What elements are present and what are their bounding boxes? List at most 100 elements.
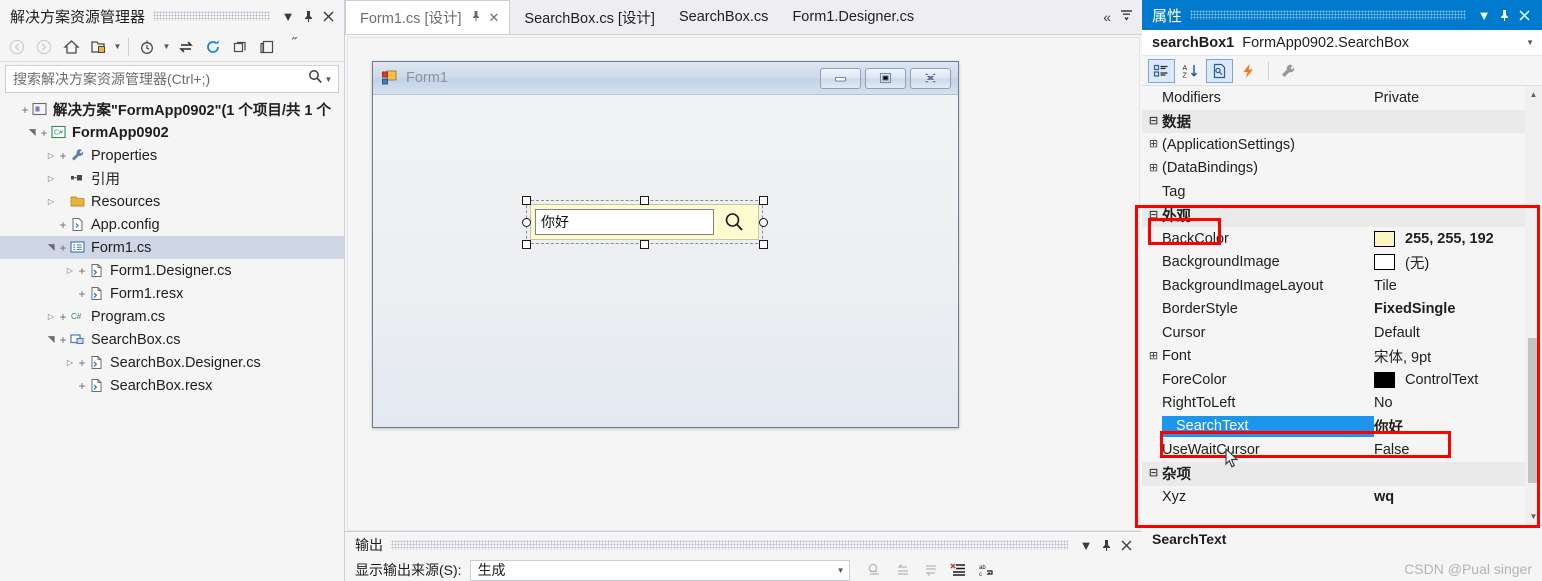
property-row-7[interactable]: BackgroundImage (无) — [1142, 251, 1542, 275]
properties-scrollbar[interactable]: ▲ ▼ — [1525, 86, 1542, 525]
property-row-11[interactable]: ⊞ Font 宋体, 9pt — [1142, 345, 1542, 369]
editor-tab-2[interactable]: SearchBox.cs — [665, 0, 778, 34]
property-value-cell[interactable]: 宋体, 9pt — [1374, 346, 1542, 367]
dropdown-icon[interactable]: ▼ — [278, 5, 298, 27]
chevron-collapsed-icon[interactable]: ▷ — [44, 312, 58, 321]
search-input[interactable] — [13, 71, 308, 87]
editor-tab-3[interactable]: Form1.Designer.cs — [778, 0, 924, 34]
clock-caret-icon[interactable]: ▼ — [161, 42, 172, 51]
tree-item-11[interactable]: ▷ + SearchBox.Designer.cs — [0, 351, 344, 374]
show-all-files-caret-icon[interactable]: ▼ — [112, 42, 123, 51]
home-icon[interactable] — [58, 35, 84, 59]
categorized-icon[interactable] — [1148, 58, 1175, 83]
tree-item-0[interactable]: + 解决方案"FormApp0902"(1 个项目/共 1 个 — [0, 98, 344, 121]
forward-arrow-icon[interactable] — [31, 35, 57, 59]
tree-item-2[interactable]: ▷ + Properties — [0, 144, 344, 167]
editor-tab-1[interactable]: SearchBox.cs [设计] — [510, 0, 665, 34]
tree-item-12[interactable]: + SearchBox.resx — [0, 374, 344, 397]
resize-handle-e[interactable] — [759, 218, 768, 227]
pin-icon[interactable] — [1096, 534, 1116, 556]
output-source-dropdown[interactable]: 生成 ▼ — [469, 559, 850, 581]
form-designer-surface[interactable]: Form1 你好 输出 ▼ 显示输出来源(S): 生成 ▼ ab c — [345, 34, 1142, 581]
back-arrow-icon[interactable] — [4, 35, 30, 59]
property-value-cell[interactable]: wq — [1374, 489, 1542, 505]
clear-list-icon[interactable] — [946, 559, 972, 581]
property-value-cell[interactable]: FixedSingle — [1374, 301, 1542, 317]
scrollbar-thumb[interactable] — [1528, 338, 1539, 483]
properties-page-icon[interactable] — [254, 35, 280, 59]
resize-handle-sw[interactable] — [522, 240, 531, 249]
property-row-1[interactable]: ⊟ 数据 — [1142, 109, 1542, 133]
refresh-icon[interactable] — [200, 35, 226, 59]
tree-item-3[interactable]: ▷ 引用 — [0, 167, 344, 190]
scroll-down-arrow-icon[interactable]: ▼ — [1525, 508, 1542, 525]
resize-handle-s[interactable] — [640, 240, 649, 249]
close-x-icon[interactable] — [910, 67, 951, 89]
property-row-15[interactable]: UseWaitCursor False — [1142, 439, 1542, 463]
property-row-0[interactable]: Modifiers Private — [1142, 86, 1542, 110]
collapse-minus-icon[interactable]: ⊟ — [1145, 209, 1162, 221]
search-icon[interactable] — [308, 69, 323, 89]
search-dropdown-caret-icon[interactable]: ▼ — [323, 75, 334, 84]
dropdown-icon[interactable]: ▼ — [1076, 534, 1096, 556]
property-row-5[interactable]: ⊟ 外观 — [1142, 203, 1542, 227]
resize-handle-se[interactable] — [759, 240, 768, 249]
property-value-cell[interactable]: ControlText — [1374, 371, 1542, 388]
solution-tree[interactable]: + 解决方案"FormApp0902"(1 个项目/共 1 个 ◢ + C# FormAp… — [0, 95, 344, 581]
close-icon[interactable] — [1116, 534, 1136, 556]
property-row-13[interactable]: RightToLeft No — [1142, 392, 1542, 416]
expand-plus-icon[interactable]: ⊞ — [1145, 162, 1162, 174]
chevron-expanded-icon[interactable]: ◢ — [46, 333, 57, 347]
resize-handle-nw[interactable] — [522, 196, 531, 205]
tab-list-dropdown-icon[interactable] — [1120, 8, 1133, 26]
chevron-expanded-icon[interactable]: ◢ — [27, 126, 38, 140]
chevron-collapsed-icon[interactable]: ▷ — [63, 266, 77, 275]
clock-icon[interactable] — [134, 35, 160, 59]
close-icon[interactable] — [318, 5, 338, 27]
searchbox-textbox[interactable]: 你好 — [535, 209, 714, 235]
form1-window[interactable]: Form1 你好 — [372, 61, 959, 428]
property-row-2[interactable]: ⊞ (ApplicationSettings) — [1142, 133, 1542, 157]
dropdown-icon[interactable]: ▼ — [1474, 4, 1494, 26]
property-value-cell[interactable]: (无) — [1374, 252, 1542, 273]
property-value-cell[interactable]: Default — [1374, 325, 1542, 341]
tree-item-9[interactable]: ▷ + C# Program.cs — [0, 305, 344, 328]
property-row-8[interactable]: BackgroundImageLayout Tile — [1142, 274, 1542, 298]
chevron-down-icon[interactable]: ▼ — [1526, 38, 1534, 47]
resize-handle-n[interactable] — [640, 196, 649, 205]
wrench-icon[interactable] — [1275, 59, 1302, 83]
property-row-12[interactable]: ForeColor ControlText — [1142, 368, 1542, 392]
folder-open-icon[interactable] — [85, 35, 111, 59]
property-value-cell[interactable]: Private — [1374, 90, 1542, 106]
property-row-16[interactable]: ⊟ 杂项 — [1142, 462, 1542, 486]
property-row-14[interactable]: SearchText 你好 — [1142, 415, 1542, 439]
property-row-3[interactable]: ⊞ (DataBindings) — [1142, 157, 1542, 181]
properties-object-selector[interactable]: searchBox1 FormApp0902.SearchBox ▼ — [1142, 30, 1542, 56]
tree-item-5[interactable]: + App.config — [0, 213, 344, 236]
collapse-minus-icon[interactable]: ⊟ — [1145, 115, 1162, 127]
tree-item-1[interactable]: ◢ + C# FormApp0902 — [0, 121, 344, 144]
word-wrap-icon[interactable]: ab c — [974, 559, 1000, 581]
chevron-collapsed-icon[interactable]: ▷ — [63, 358, 77, 367]
arrow-down-left-icon[interactable] — [918, 559, 944, 581]
tree-item-10[interactable]: ◢ + SearchBox.cs — [0, 328, 344, 351]
resize-handle-ne[interactable] — [759, 196, 768, 205]
expand-plus-icon[interactable]: ⊞ — [1145, 139, 1162, 150]
tree-item-6[interactable]: ◢ + Form1.cs — [0, 236, 344, 259]
property-row-4[interactable]: Tag — [1142, 180, 1542, 204]
property-row-9[interactable]: BorderStyle FixedSingle — [1142, 298, 1542, 322]
close-icon[interactable] — [1514, 4, 1534, 26]
chevron-expanded-icon[interactable]: ◢ — [46, 241, 57, 255]
chevron-down-icon[interactable]: ▼ — [837, 566, 845, 575]
arrow-up-left-icon[interactable] — [890, 559, 916, 581]
collapse-icon[interactable] — [227, 35, 253, 59]
resize-handle-w[interactable] — [522, 218, 531, 227]
property-value-cell[interactable]: Tile — [1374, 278, 1542, 294]
tree-item-8[interactable]: + Form1.resx — [0, 282, 344, 305]
property-row-6[interactable]: BackColor 255, 255, 192 — [1142, 227, 1542, 251]
tree-item-4[interactable]: ▷ Resources — [0, 190, 344, 213]
tab-pin-icon[interactable] — [471, 10, 481, 25]
maximize-button[interactable] — [865, 67, 906, 89]
pin-icon[interactable] — [298, 5, 318, 27]
search-magnifier-icon[interactable] — [714, 208, 754, 236]
